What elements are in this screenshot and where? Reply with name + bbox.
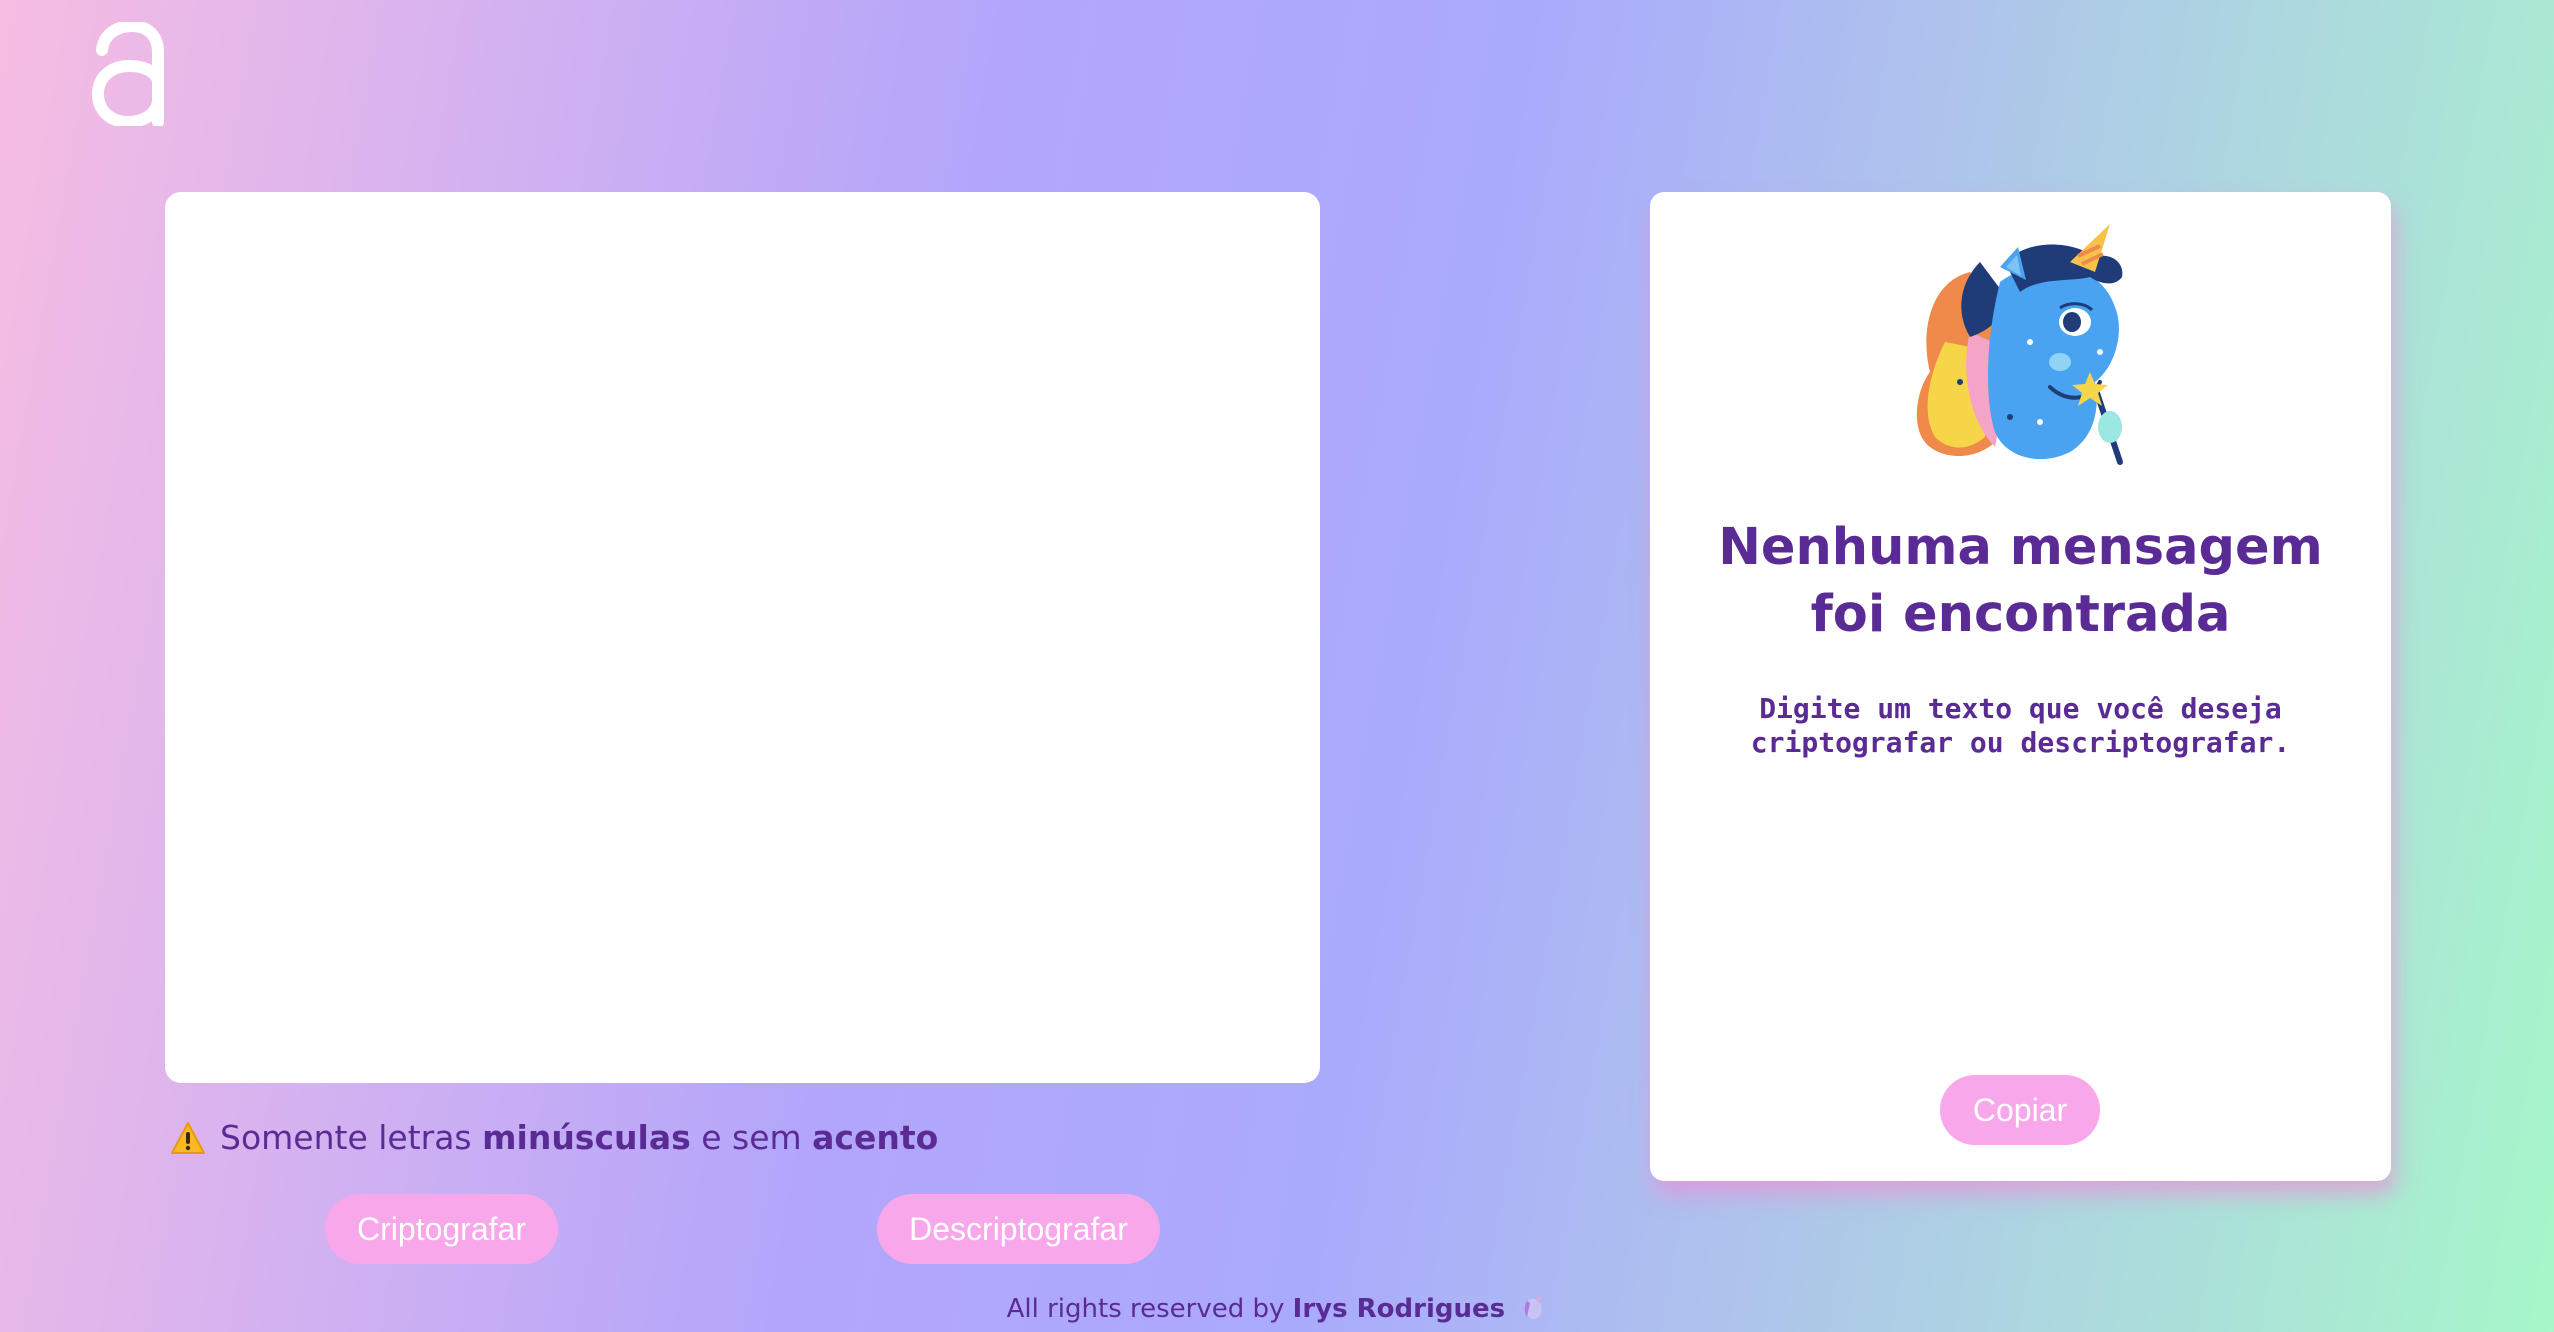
output-panel: Nenhuma mensagem foi encontrada Digite u… (1650, 192, 2391, 1181)
unicorn-icon (1525, 1295, 1543, 1320)
output-title: Nenhuma mensagem foi encontrada (1718, 518, 2323, 644)
warning-bold-accent: acento (812, 1118, 939, 1157)
alura-a-logo-icon (91, 19, 164, 129)
warning-bold-lowercase: minúsculas (482, 1118, 691, 1157)
output-subtitle: Digite um texto que você deseja criptogr… (1750, 692, 2291, 759)
unicorn-illustration (1916, 224, 2123, 465)
input-warning: Somente letras minúsculas e sem acento (170, 1118, 938, 1157)
decrypt-button[interactable]: Descriptografar (877, 1194, 1160, 1264)
app-logo (91, 19, 168, 129)
message-input[interactable] (165, 192, 1320, 1083)
warning-text: Somente letras minúsculas e sem acento (220, 1118, 939, 1157)
footer: All rights reserved by Irys Rodrigues (0, 1294, 2554, 1324)
copy-button[interactable]: Copiar (1940, 1075, 2100, 1145)
footer-author: Irys Rodrigues (1292, 1294, 1506, 1324)
warning-icon (171, 1121, 205, 1154)
footer-prefix: All rights reserved by (1006, 1294, 1293, 1324)
encrypt-button[interactable]: Criptografar (325, 1194, 558, 1264)
